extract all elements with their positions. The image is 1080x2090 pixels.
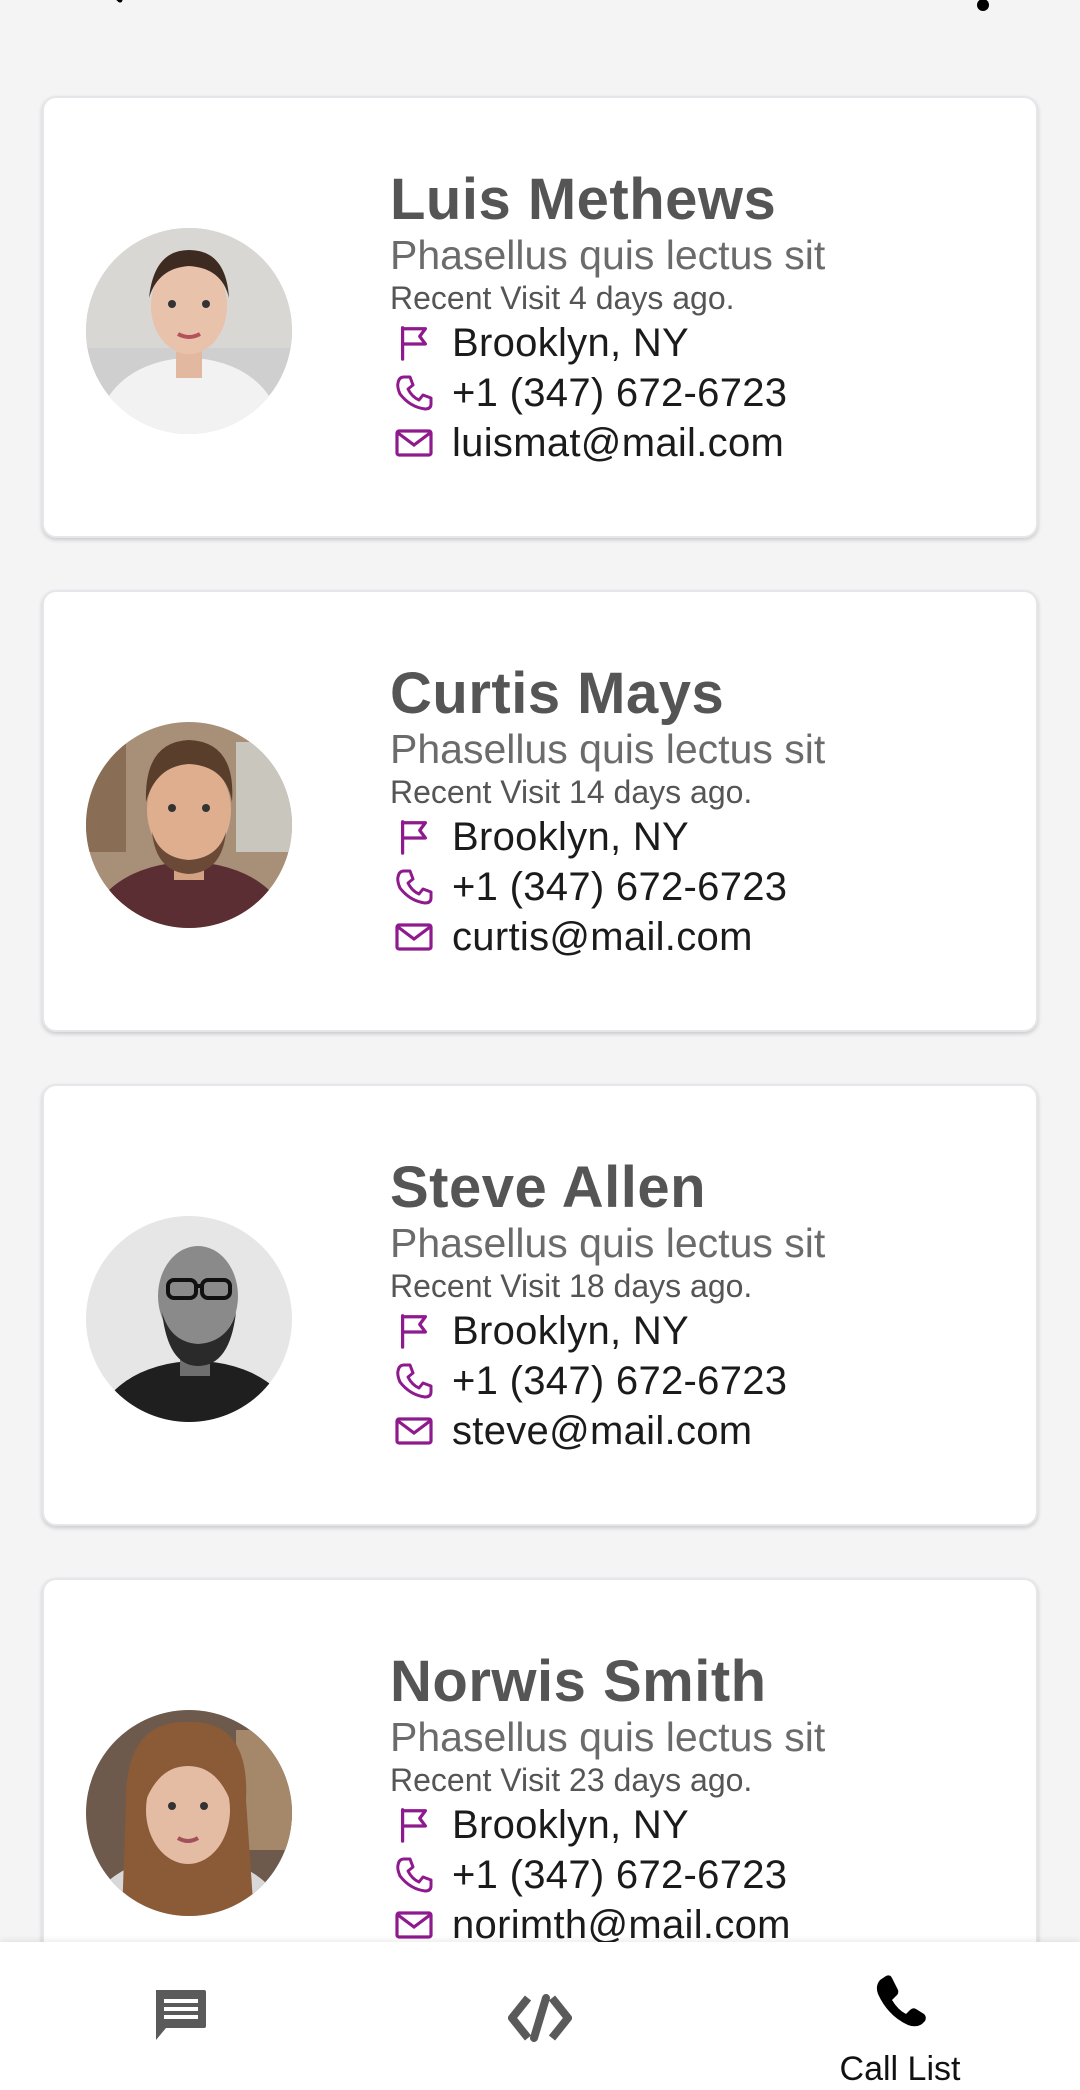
avatar [86, 1710, 292, 1916]
flag-icon [390, 1310, 438, 1352]
flag-icon [390, 322, 438, 364]
contact-card[interactable]: Curtis Mays Phasellus quis lectus sit Re… [42, 590, 1038, 1032]
flag-icon [390, 816, 438, 858]
contact-subtitle: Phasellus quis lectus sit [390, 726, 826, 772]
recent-visit: Recent Visit 14 days ago. [390, 774, 753, 810]
contact-subtitle: Phasellus quis lectus sit [390, 1714, 826, 1760]
nav-label-call-list: Call List [839, 2050, 961, 2088]
email-text: luismat@mail.com [452, 420, 785, 465]
location-text: Brooklyn, NY [452, 1802, 690, 1847]
email-row[interactable]: steve@mail.com [390, 1406, 1016, 1456]
top-app-bar [0, 0, 1080, 40]
email-text: norimth@mail.com [452, 1902, 791, 1947]
email-row[interactable]: curtis@mail.com [390, 912, 1016, 962]
phone-text: +1 (347) 672-6723 [452, 864, 788, 909]
phone-row[interactable]: +1 (347) 672-6723 [390, 1356, 1016, 1406]
contact-card[interactable]: Luis Methews Phasellus quis lectus sit R… [42, 96, 1038, 538]
location-text: Brooklyn, NY [452, 814, 690, 859]
location-row: Brooklyn, NY [390, 318, 1016, 368]
phone-row[interactable]: +1 (347) 672-6723 [390, 862, 1016, 912]
location-row: Brooklyn, NY [390, 812, 1016, 862]
email-text: steve@mail.com [452, 1408, 753, 1453]
recent-visit: Recent Visit 4 days ago. [390, 280, 735, 316]
email-text: curtis@mail.com [452, 914, 753, 959]
contact-card[interactable]: Steve Allen Phasellus quis lectus sit Re… [42, 1084, 1038, 1526]
mail-icon [390, 422, 438, 464]
recent-visit: Recent Visit 23 days ago. [390, 1762, 753, 1798]
contact-subtitle: Phasellus quis lectus sit [390, 232, 826, 278]
phone-row[interactable]: +1 (347) 672-6723 [390, 1850, 1016, 1900]
search-icon[interactable] [72, 0, 128, 14]
message-icon [156, 1990, 206, 2040]
phone-text: +1 (347) 672-6723 [452, 370, 788, 415]
contact-name: Curtis Mays [390, 661, 725, 726]
phone-text: +1 (347) 672-6723 [452, 1358, 788, 1403]
phone-icon [390, 1360, 438, 1402]
location-row: Brooklyn, NY [390, 1306, 1016, 1356]
phone-icon [390, 866, 438, 908]
avatar [86, 1216, 292, 1422]
bottom-navigation: Call List [0, 1942, 1080, 2090]
more-vert-icon[interactable] [968, 0, 998, 20]
phone-icon [390, 1854, 438, 1896]
contact-subtitle: Phasellus quis lectus sit [390, 1220, 826, 1266]
phone-text: +1 (347) 672-6723 [452, 1852, 788, 1897]
recent-visit: Recent Visit 18 days ago. [390, 1268, 753, 1304]
contact-name: Steve Allen [390, 1155, 707, 1220]
phone-icon [876, 1975, 926, 2027]
avatar [86, 228, 292, 434]
location-row: Brooklyn, NY [390, 1800, 1016, 1850]
mail-icon [390, 1904, 438, 1946]
flag-icon [390, 1804, 438, 1846]
email-row[interactable]: luismat@mail.com [390, 418, 1016, 468]
nav-item-messages[interactable] [0, 1942, 360, 2090]
contact-name: Norwis Smith [390, 1649, 767, 1714]
nav-item-code[interactable] [360, 1942, 720, 2090]
contact-name: Luis Methews [390, 167, 777, 232]
phone-row[interactable]: +1 (347) 672-6723 [390, 368, 1016, 418]
mail-icon [390, 916, 438, 958]
contact-list: Luis Methews Phasellus quis lectus sit R… [42, 96, 1038, 2072]
phone-icon [390, 372, 438, 414]
location-text: Brooklyn, NY [452, 320, 690, 365]
nav-item-call-list[interactable]: Call List [720, 1942, 1080, 2090]
code-icon [508, 1994, 572, 2042]
location-text: Brooklyn, NY [452, 1308, 690, 1353]
avatar [86, 722, 292, 928]
mail-icon [390, 1410, 438, 1452]
